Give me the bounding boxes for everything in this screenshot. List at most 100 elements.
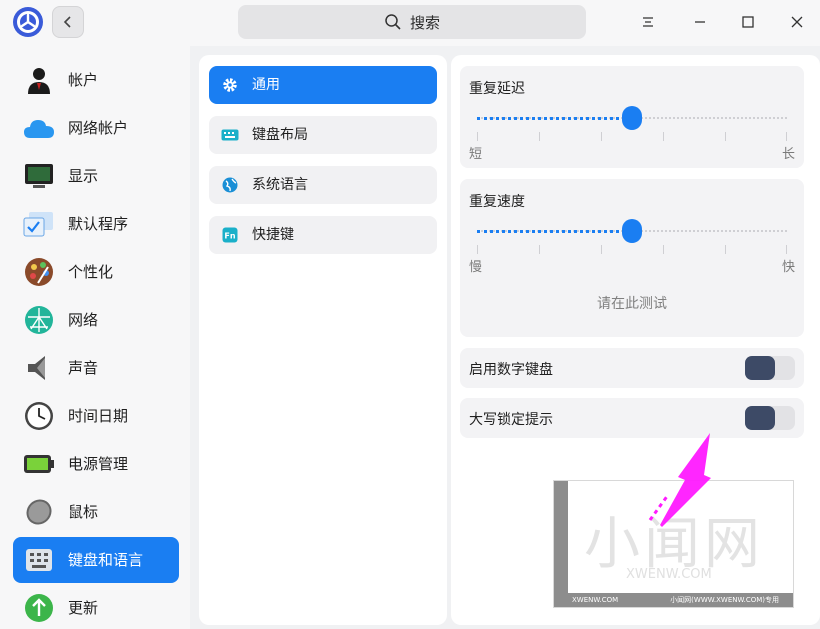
sidebar-item-power[interactable]: 电源管理: [13, 441, 179, 487]
repeat-rate-title: 重复速度: [469, 194, 525, 210]
watermark-footer: XWENW.COM 小闻网(WWW.XWENW.COM)专用: [554, 593, 793, 607]
battery-icon: [23, 448, 55, 480]
tab-system-language[interactable]: 系统语言: [209, 166, 437, 204]
repeat-rate-slider[interactable]: [477, 219, 787, 254]
default-apps-icon: [23, 208, 55, 240]
repeat-delay-title: 重复延迟: [469, 81, 525, 97]
slider-fill: [477, 117, 632, 120]
repeat-rate-min-label: 慢: [469, 260, 483, 275]
keyboard-layout-icon: [221, 126, 239, 144]
slider-tick: [477, 132, 478, 141]
watermark-foot-left: XWENW.COM: [572, 596, 619, 604]
tab-general[interactable]: 通用: [209, 66, 437, 104]
slider-tick: [786, 245, 787, 254]
toggle-knob: [745, 356, 775, 380]
fn-icon: Fn: [221, 226, 239, 244]
sidebar-item-label: 更新: [68, 599, 99, 617]
watermark-side-strip: [554, 481, 568, 607]
account-icon: [23, 64, 55, 96]
network-icon: [23, 304, 55, 336]
slider-tick: [477, 245, 478, 254]
sidebar-item-keyboard-language[interactable]: 键盘和语言: [13, 537, 179, 583]
hamburger-menu-icon: [643, 17, 653, 27]
capslock-hint-row: 大写锁定提示: [460, 398, 804, 438]
slider-thumb[interactable]: [622, 106, 642, 130]
repeat-rate-card: 重复速度 慢 快 请在此测试: [460, 179, 804, 337]
keyboard-icon: [23, 544, 55, 576]
sidebar-item-label: 声音: [68, 359, 99, 377]
mouse-icon: [23, 496, 55, 528]
submenu-panel: 通用 键盘布局 系统语言 Fn 快捷键: [199, 55, 447, 625]
control-center-logo-icon: [12, 6, 44, 38]
tab-shortcuts[interactable]: Fn 快捷键: [209, 216, 437, 254]
repeat-delay-max-label: 长: [781, 147, 795, 162]
slider-fill: [477, 230, 632, 233]
repeat-delay-slider[interactable]: [477, 106, 787, 141]
repeat-delay-min-label: 短: [469, 147, 483, 162]
slider-tick: [539, 245, 540, 254]
cloud-icon: [23, 112, 55, 144]
repeat-test-field[interactable]: 请在此测试: [460, 293, 804, 313]
search-icon: [385, 14, 401, 30]
submenu-item-label: 快捷键: [252, 227, 294, 243]
sidebar-item-label: 显示: [68, 167, 99, 185]
slider-tick: [786, 132, 787, 141]
speaker-icon: [23, 352, 55, 384]
close-icon: [791, 16, 803, 28]
slider-tick: [539, 132, 540, 141]
back-button[interactable]: [52, 6, 84, 38]
slider-tick: [725, 245, 726, 254]
repeat-rate-max-label: 快: [781, 260, 795, 275]
sidebar-item-network[interactable]: 网络: [13, 297, 179, 343]
repeat-delay-card: 重复延迟 短 长: [460, 66, 804, 168]
sidebar-item-label: 鼠标: [68, 503, 99, 521]
svg-text:Fn: Fn: [224, 232, 235, 241]
globe-icon: [221, 176, 239, 194]
sidebar-item-account[interactable]: 帐户: [13, 57, 179, 103]
capslock-hint-toggle[interactable]: [745, 406, 795, 430]
title-bar: 搜索: [0, 0, 820, 46]
slider-tick: [663, 245, 664, 254]
search-input[interactable]: 搜索: [238, 5, 586, 39]
annotation-arrow-icon: [648, 433, 711, 527]
sidebar-item-label: 键盘和语言: [68, 551, 144, 569]
menu-button[interactable]: [635, 9, 661, 35]
sidebar-item-display[interactable]: 显示: [13, 153, 179, 199]
tab-keyboard-layout[interactable]: 键盘布局: [209, 116, 437, 154]
slider-tick: [601, 132, 602, 141]
slider-tick: [725, 132, 726, 141]
sidebar-item-label: 个性化: [68, 263, 114, 281]
palette-icon: [23, 256, 55, 288]
sidebar: 帐户 网络帐户 显示 默认程序 个性化 网络 声音 时间日期 电源管理 鼠标 键…: [0, 46, 190, 629]
sidebar-item-default-apps[interactable]: 默认程序: [13, 201, 179, 247]
sidebar-item-datetime[interactable]: 时间日期: [13, 393, 179, 439]
sidebar-item-update[interactable]: 更新: [13, 585, 179, 629]
toggle-knob: [745, 406, 775, 430]
sidebar-item-label: 帐户: [68, 71, 99, 89]
gear-icon: [221, 76, 239, 94]
display-icon: [23, 160, 55, 192]
slider-thumb[interactable]: [622, 219, 642, 243]
numlock-toggle[interactable]: [745, 356, 795, 380]
close-button[interactable]: [784, 9, 810, 35]
minimize-button[interactable]: [687, 9, 713, 35]
watermark-url: XWENW.COM: [626, 567, 712, 582]
submenu-item-label: 系统语言: [252, 177, 308, 193]
sidebar-item-cloud-account[interactable]: 网络帐户: [13, 105, 179, 151]
maximize-icon: [742, 16, 754, 28]
numlock-row: 启用数字键盘: [460, 348, 804, 388]
sidebar-item-label: 网络帐户: [68, 119, 129, 137]
submenu-item-label: 键盘布局: [252, 127, 308, 143]
clock-icon: [23, 400, 55, 432]
sidebar-item-label: 电源管理: [68, 455, 129, 473]
sidebar-item-personalization[interactable]: 个性化: [13, 249, 179, 295]
sidebar-item-sound[interactable]: 声音: [13, 345, 179, 391]
slider-tick: [663, 132, 664, 141]
sidebar-item-mouse[interactable]: 鼠标: [13, 489, 179, 535]
submenu-item-label: 通用: [252, 77, 280, 93]
sidebar-item-label: 网络: [68, 311, 99, 329]
maximize-button[interactable]: [735, 9, 761, 35]
watermark-foot-right: 小闻网(WWW.XWENW.COM)专用: [670, 596, 779, 604]
search-placeholder: 搜索: [409, 13, 440, 32]
update-icon: [23, 592, 55, 624]
